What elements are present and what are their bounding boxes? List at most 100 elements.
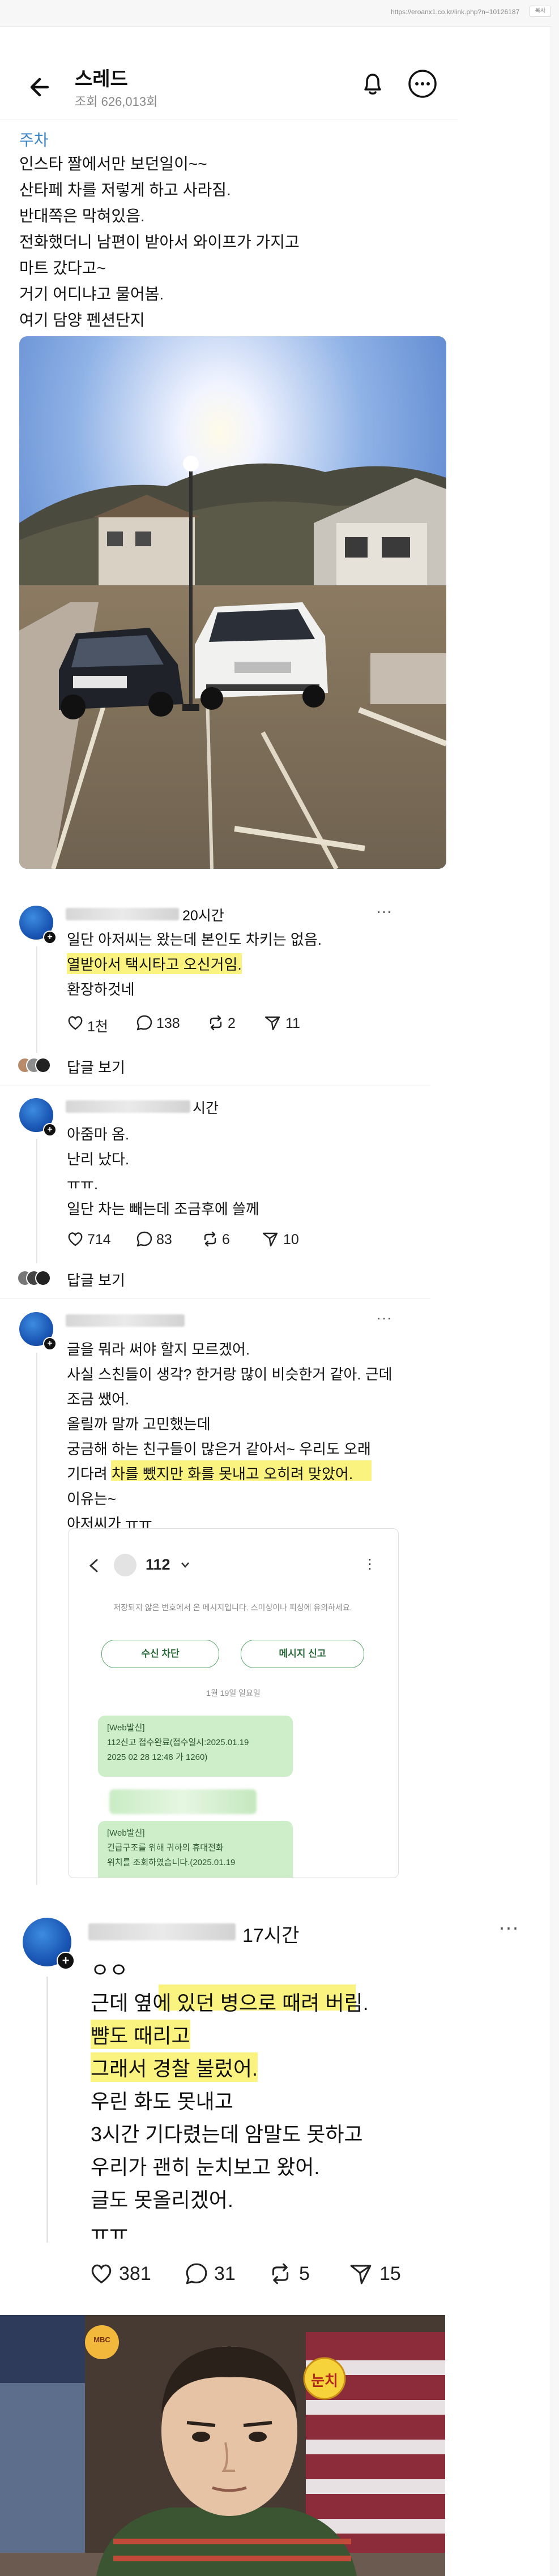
- comment-line: 일단 아저씨는 왔는데 본인도 차키는 없음.: [67, 931, 322, 948]
- scrollbar-track[interactable]: [551, 26, 559, 2576]
- comment-line-highlighted: 열받아서 택시타고 오신거임.: [67, 953, 242, 974]
- username-redacted[interactable]: [66, 908, 179, 920]
- reply-avatars[interactable]: [17, 1056, 57, 1073]
- sms-text: 긴급구조를 위해 귀하의 휴대전화: [107, 1843, 224, 1853]
- username-redacted[interactable]: [66, 1314, 185, 1327]
- sms-bubble[interactable]: [Web발신] 긴급구조를 위해 귀하의 휴대전화 위치를 조회하였습니다.(2…: [98, 1821, 293, 1878]
- more-options-button[interactable]: [407, 68, 438, 100]
- post-line: 마트 갔다고~: [19, 259, 106, 277]
- send-icon: [264, 1016, 280, 1031]
- heart-icon: [68, 1016, 83, 1030]
- repost-button[interactable]: [202, 1231, 219, 1250]
- share-button[interactable]: [262, 1231, 279, 1250]
- view-replies-link[interactable]: 답글 보기: [67, 1269, 125, 1290]
- caption-badge: 눈치: [311, 2372, 338, 2389]
- divider: [0, 1298, 430, 1299]
- repost-icon: [210, 1015, 222, 1031]
- comment-line-highlighted: 뺨도 때리고: [91, 2020, 190, 2049]
- comment-line: 올릴까 말까 고민했는데: [67, 1416, 211, 1433]
- comment-line: 글도 못올리겠어.: [91, 2188, 233, 2211]
- thread-line: [46, 1977, 48, 2243]
- thread-line: [36, 1353, 37, 1885]
- meme-image[interactable]: MBC 눈치: [0, 2315, 445, 2576]
- share-count: 11: [285, 1015, 300, 1031]
- thread-line: [36, 1139, 37, 1263]
- username-redacted[interactable]: [66, 1100, 190, 1113]
- comment-more-icon[interactable]: ···: [498, 1915, 519, 1939]
- back-button[interactable]: [25, 71, 57, 103]
- sms-bubble[interactable]: [Web발신] 112신고 접수완료(접수일시:2025.01.19 2025 …: [98, 1716, 293, 1777]
- sms-text: [Web발신]: [107, 1828, 145, 1838]
- extension-button[interactable]: 복사: [530, 6, 551, 17]
- comment-more-icon[interactable]: ···: [376, 902, 392, 920]
- heart-icon: [68, 1232, 83, 1246]
- more-icon: [408, 70, 437, 98]
- sms-text: [Web발신]: [107, 1723, 145, 1733]
- like-button[interactable]: [67, 1231, 84, 1250]
- post-category-tag[interactable]: 주차: [19, 128, 49, 151]
- heart-icon: [91, 2264, 112, 2284]
- like-button[interactable]: [89, 2262, 113, 2288]
- comment-line: 우린 화도 못내고: [91, 2090, 233, 2113]
- follow-plus-icon[interactable]: +: [43, 1123, 57, 1137]
- post-line: 전화했더니 남편이 받아서 와이프가 가지고: [19, 233, 300, 251]
- repost-count: 6: [222, 1232, 230, 1248]
- sms-notice: 저장되지 않은 번호에서 온 메시지입니다. 스미싱이나 피싱에 유의하세요.: [113, 1603, 352, 1612]
- follow-plus-icon[interactable]: +: [43, 931, 57, 944]
- chevron-down-icon: [181, 1562, 189, 1568]
- reply-button[interactable]: [136, 1014, 153, 1034]
- comment-line: 일단 차는 빼는데 조금후에 쓸께: [67, 1201, 259, 1218]
- comment-line: 환장하것네: [67, 981, 135, 998]
- reply-button[interactable]: [185, 2262, 208, 2288]
- sms-screenshot[interactable]: 112 ⋮ 저장되지 않은 번호에서 온 메시지입니다. 스미싱이나 피싱에 유…: [68, 1528, 399, 1878]
- reaction-meme-picture: [0, 2315, 445, 2576]
- repost-count: 5: [299, 2263, 310, 2284]
- report-button[interactable]: 메시지 신고: [241, 1640, 364, 1668]
- share-count: 15: [379, 2263, 401, 2284]
- repost-button[interactable]: [268, 2262, 292, 2288]
- follow-plus-icon[interactable]: +: [43, 1337, 57, 1351]
- sms-date: 1월 19일 일요일: [206, 1688, 261, 1698]
- comment-line: 우리가 괜히 눈치보고 왔어.: [91, 2155, 320, 2179]
- share-button[interactable]: [349, 2262, 373, 2288]
- block-button[interactable]: 수신 차단: [101, 1640, 219, 1668]
- browser-url-bar: https://eroanx1.co.kr/link.php?n=1012618…: [0, 0, 559, 27]
- reply-bubble-icon: [136, 1015, 152, 1031]
- comment-more-icon[interactable]: ···: [376, 1309, 392, 1327]
- reply-count: 83: [156, 1232, 172, 1248]
- reply-button[interactable]: [136, 1231, 153, 1250]
- post-photo-parking[interactable]: [19, 336, 446, 869]
- contact-avatar: [114, 1554, 136, 1576]
- share-count: 10: [283, 1232, 299, 1248]
- comment-line-highlighted: 근데 옆에 있던 병으로 때려 버림.: [91, 1991, 369, 2014]
- repost-button[interactable]: [207, 1014, 224, 1034]
- reply-bubble-icon: [186, 2263, 207, 2284]
- view-replies-link[interactable]: 답글 보기: [67, 1056, 125, 1077]
- comment-line: 이유는~: [67, 1490, 116, 1507]
- comment-line: 글을 뭐라 써야 할지 모르겠어.: [67, 1341, 250, 1358]
- bell-icon: [364, 74, 381, 95]
- follow-plus-icon[interactable]: +: [57, 1952, 75, 1970]
- share-button[interactable]: [264, 1014, 281, 1034]
- notification-button[interactable]: [357, 68, 389, 100]
- show-logo-text: MBC: [93, 2335, 110, 2344]
- post-line: 거기 어디냐고 물어봄.: [19, 285, 164, 303]
- username-redacted[interactable]: [88, 1923, 236, 1940]
- back-arrow-icon: [30, 78, 49, 97]
- like-count: 381: [119, 2263, 151, 2284]
- send-icon: [262, 1232, 278, 1247]
- page-title: 스레드: [75, 68, 128, 90]
- comment-line-highlighted: 그래서 경찰 불렀어.: [91, 2052, 258, 2082]
- repost-count: 2: [228, 1015, 236, 1031]
- post-line: 반대쪽은 막혀있음.: [19, 207, 145, 225]
- reply-count: 138: [156, 1015, 180, 1031]
- reply-avatars[interactable]: [17, 1269, 57, 1286]
- redacted-bubble: [109, 1789, 257, 1814]
- repost-icon: [272, 2263, 289, 2284]
- post-line: 여기 담양 펜션단지: [19, 311, 145, 329]
- like-button[interactable]: [67, 1014, 84, 1034]
- sms-menu-icon[interactable]: ⋮: [363, 1556, 377, 1572]
- url-text[interactable]: https://eroanx1.co.kr/link.php?n=1012618…: [391, 8, 519, 16]
- comment-line: 사실 스친들이 생각? 한거랑 많이 비슷한거 같아. 근데: [67, 1366, 392, 1383]
- comment-time: 20시간: [182, 908, 224, 924]
